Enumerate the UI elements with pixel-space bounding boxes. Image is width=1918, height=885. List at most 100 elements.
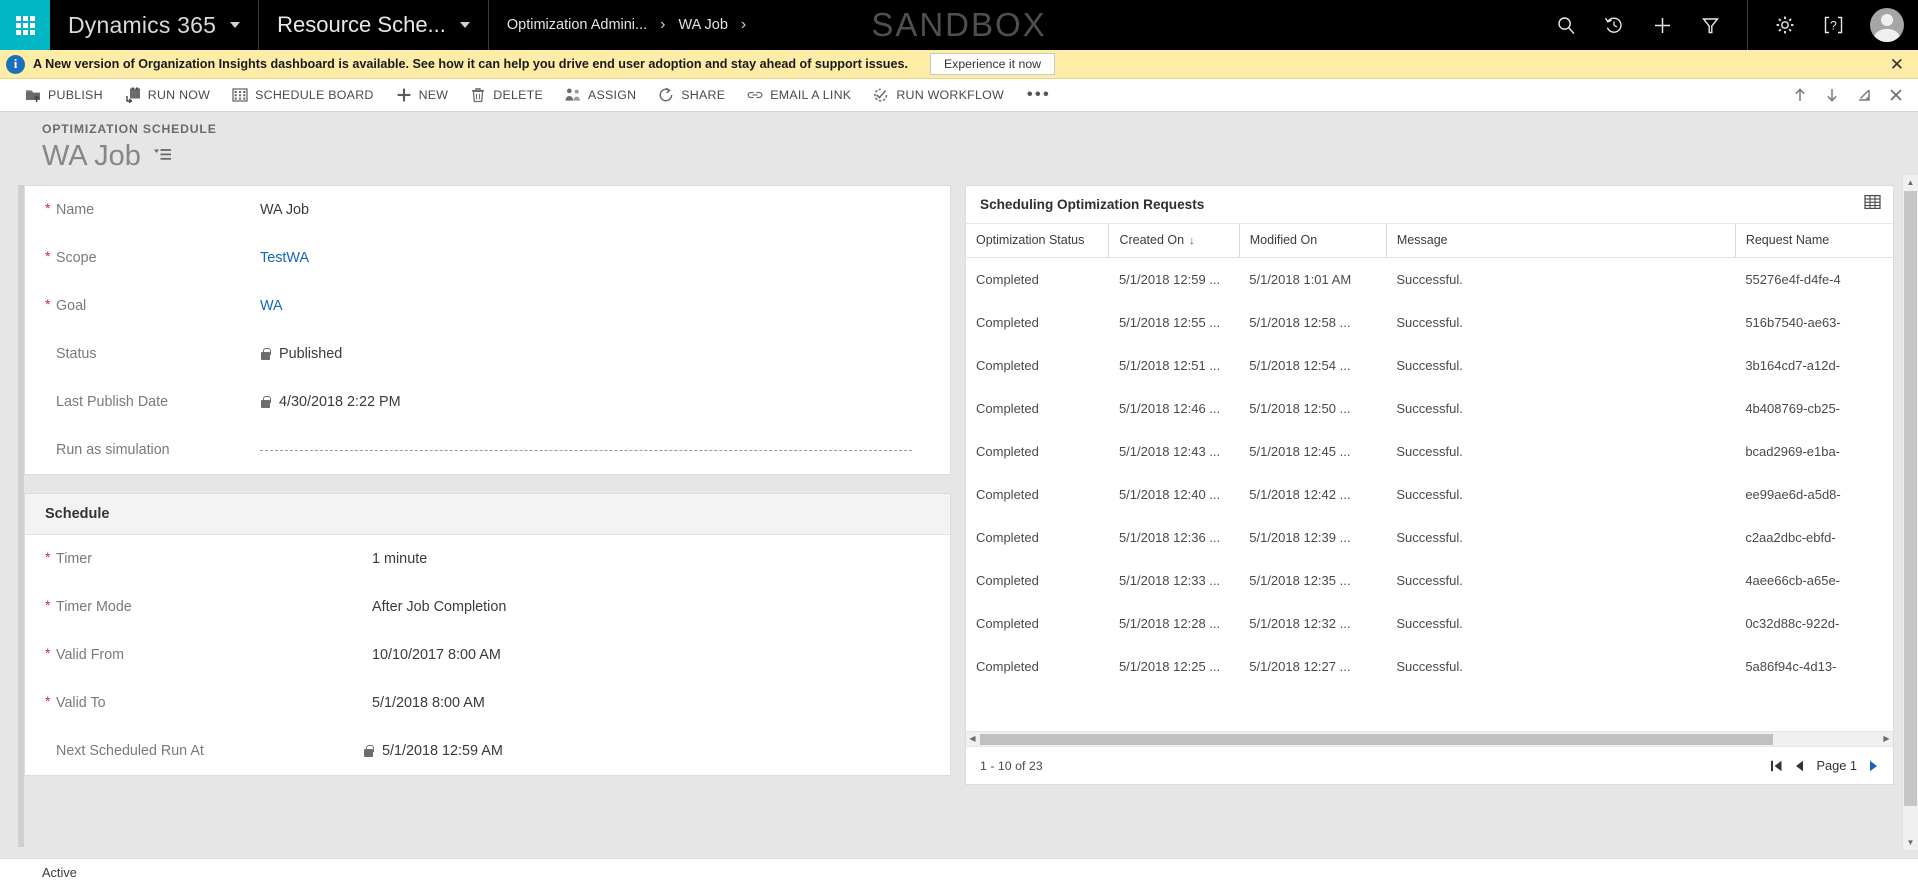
table-row[interactable]: Completed 5/1/2018 12:51 ... 5/1/2018 12:5… <box>966 344 1893 387</box>
column-header-optimization-status[interactable]: Optimization Status <box>966 224 1110 258</box>
field-value-timer-mode[interactable]: After Job Completion <box>372 599 506 615</box>
new-button[interactable]: NEW <box>385 79 460 111</box>
field-value-goal[interactable]: WA <box>260 298 283 314</box>
overflow-menu-button[interactable]: ••• <box>1015 87 1063 103</box>
column-header-message[interactable]: Message <box>1386 224 1736 258</box>
breadcrumb-item-record[interactable]: WA Job <box>678 17 727 33</box>
scroll-thumb[interactable] <box>980 733 1773 745</box>
assign-button[interactable]: ASSIGN <box>554 79 647 111</box>
required-marker: * <box>45 549 51 565</box>
cell-created-on: 5/1/2018 12:28 ... <box>1118 616 1221 631</box>
share-button[interactable]: SHARE <box>647 79 736 111</box>
close-record-icon[interactable] <box>1881 81 1910 110</box>
table-row[interactable]: Completed 5/1/2018 12:59 ... 5/1/2018 1:01… <box>966 258 1893 302</box>
brand-menu[interactable]: Dynamics 365 <box>50 0 260 50</box>
cell-created-on: 5/1/2018 12:55 ... <box>1118 315 1221 330</box>
svg-text:?: ? <box>1830 19 1837 33</box>
form-selector-icon[interactable] <box>153 147 172 167</box>
cell-request-name[interactable]: 4aee66cb-a65e- <box>1735 559 1893 602</box>
field-value-valid-to[interactable]: 5/1/2018 8:00 AM <box>372 695 485 711</box>
cell-request-name[interactable]: 55276e4f-d4fe-4 <box>1735 258 1893 302</box>
field-value-timer[interactable]: 1 minute <box>372 551 427 567</box>
cell-request-name[interactable]: 4b408769-cb25- <box>1735 387 1893 430</box>
help-icon[interactable]: ? <box>1822 14 1844 36</box>
schedule-section-card: Schedule * Timer 1 minute * Timer Mode A… <box>24 493 951 776</box>
column-header-modified-on[interactable]: Modified On <box>1239 224 1387 258</box>
table-row[interactable]: Completed 5/1/2018 12:28 ... 5/1/2018 12:3… <box>966 602 1893 645</box>
gear-icon[interactable] <box>1774 14 1796 36</box>
field-value-valid-from[interactable]: 10/10/2017 8:00 AM <box>372 647 501 663</box>
page-title: WA Job <box>42 140 141 172</box>
table-row[interactable]: Completed 5/1/2018 12:36 ... 5/1/2018 12:3… <box>966 516 1893 559</box>
previous-record-up-icon[interactable] <box>1785 81 1814 110</box>
cell-status: Completed <box>976 530 1039 545</box>
app-selector[interactable]: Resource Sche... <box>259 0 489 50</box>
scroll-up-icon[interactable]: ▲ <box>1903 175 1918 190</box>
email-a-link-button[interactable]: EMAIL A LINK <box>736 79 862 111</box>
table-row[interactable]: Completed 5/1/2018 12:33 ... 5/1/2018 12:3… <box>966 559 1893 602</box>
empty-field-placeholder <box>260 449 912 451</box>
scroll-thumb[interactable] <box>1904 191 1917 806</box>
cell-status: Completed <box>976 616 1039 631</box>
first-page-icon[interactable] <box>1770 759 1783 773</box>
table-body: Completed 5/1/2018 12:59 ... 5/1/2018 1:01… <box>966 258 1893 689</box>
table-row[interactable]: Completed 5/1/2018 12:43 ... 5/1/2018 12:4… <box>966 430 1893 473</box>
scroll-track[interactable] <box>979 733 1880 745</box>
cell-status: Completed <box>976 358 1039 373</box>
field-label-valid-from: * Valid From <box>45 645 260 663</box>
cell-request-name[interactable]: 516b7540-ae63- <box>1735 301 1893 344</box>
field-value-scope[interactable]: TestWA <box>260 250 309 266</box>
schedule-board-button[interactable]: SCHEDULE BOARD <box>221 79 384 111</box>
cell-request-name[interactable]: bcad2969-e1ba- <box>1735 430 1893 473</box>
delete-button[interactable]: DELETE <box>459 79 554 111</box>
scroll-left-icon[interactable]: ◀ <box>966 735 979 743</box>
table-row[interactable]: Completed 5/1/2018 12:46 ... 5/1/2018 12:5… <box>966 387 1893 430</box>
form-content-area: * Name WA Job * Scope TestWA * Goal WA S… <box>0 175 1918 850</box>
next-page-icon[interactable] <box>1868 759 1879 773</box>
field-label-run-as-simulation: Run as simulation <box>45 442 260 458</box>
field-value-run-as-simulation[interactable] <box>260 449 930 451</box>
avatar[interactable] <box>1870 8 1904 42</box>
cell-request-name[interactable]: c2aa2dbc-ebfd- <box>1735 516 1893 559</box>
required-marker: * <box>45 296 51 312</box>
app-launcher-button[interactable] <box>0 0 50 50</box>
cell-message: Successful. <box>1396 401 1463 416</box>
table-row[interactable]: Completed 5/1/2018 12:25 ... 5/1/2018 12:2… <box>966 645 1893 688</box>
run-workflow-button[interactable]: RUN WORKFLOW <box>862 79 1015 111</box>
column-header-created-on[interactable]: Created On ↓ <box>1108 224 1240 258</box>
quick-create-icon[interactable] <box>1651 14 1673 36</box>
required-marker: * <box>45 248 51 264</box>
cell-request-name[interactable]: 0c32d88c-922d- <box>1735 602 1893 645</box>
run-now-button[interactable]: RUN NOW <box>114 79 221 111</box>
previous-page-icon[interactable] <box>1794 759 1805 773</box>
breadcrumb-item-area[interactable]: Optimization Admini... <box>507 17 647 33</box>
page-vertical-scrollbar[interactable]: ▲ ▼ <box>1902 175 1918 850</box>
recent-history-icon[interactable] <box>1603 14 1625 36</box>
search-icon[interactable] <box>1555 14 1577 36</box>
field-value-name[interactable]: WA Job <box>260 202 309 218</box>
publish-button[interactable]: PUBLISH <box>14 79 114 111</box>
field-label-next-scheduled-run-at: Next Scheduled Run At <box>45 743 260 759</box>
table-row[interactable]: Completed 5/1/2018 12:55 ... 5/1/2018 12:5… <box>966 301 1893 344</box>
column-header-request-name[interactable]: Request Name <box>1735 224 1893 258</box>
status-footer: Active <box>0 858 1918 885</box>
table-row[interactable]: Completed 5/1/2018 12:40 ... 5/1/2018 12:4… <box>966 473 1893 516</box>
next-record-down-icon[interactable] <box>1817 81 1846 110</box>
label-text: Valid From <box>56 647 125 663</box>
cell-request-name[interactable]: 5a86f94c-4d13- <box>1735 645 1893 688</box>
subgrid-horizontal-scrollbar[interactable]: ◀ ▶ <box>966 731 1893 746</box>
experience-it-now-button[interactable]: Experience it now <box>929 53 1056 75</box>
cell-request-name[interactable]: 3b164cd7-a12d- <box>1735 344 1893 387</box>
scroll-down-icon[interactable]: ▼ <box>1903 835 1918 850</box>
close-icon[interactable]: ✕ <box>1886 56 1908 73</box>
open-grid-icon[interactable] <box>1864 194 1881 215</box>
cell-request-name[interactable]: ee99ae6d-a5d8- <box>1735 473 1893 516</box>
value-text: 4/30/2018 2:22 PM <box>279 394 401 410</box>
run-now-icon <box>125 87 141 103</box>
scroll-right-icon[interactable]: ▶ <box>1880 735 1893 743</box>
popout-window-icon[interactable] <box>1849 81 1878 110</box>
advanced-find-icon[interactable] <box>1699 14 1721 36</box>
cell-status: Completed <box>976 401 1039 416</box>
label-text: Timer Mode <box>56 599 132 615</box>
general-section-card: * Name WA Job * Scope TestWA * Goal WA S… <box>24 185 951 475</box>
